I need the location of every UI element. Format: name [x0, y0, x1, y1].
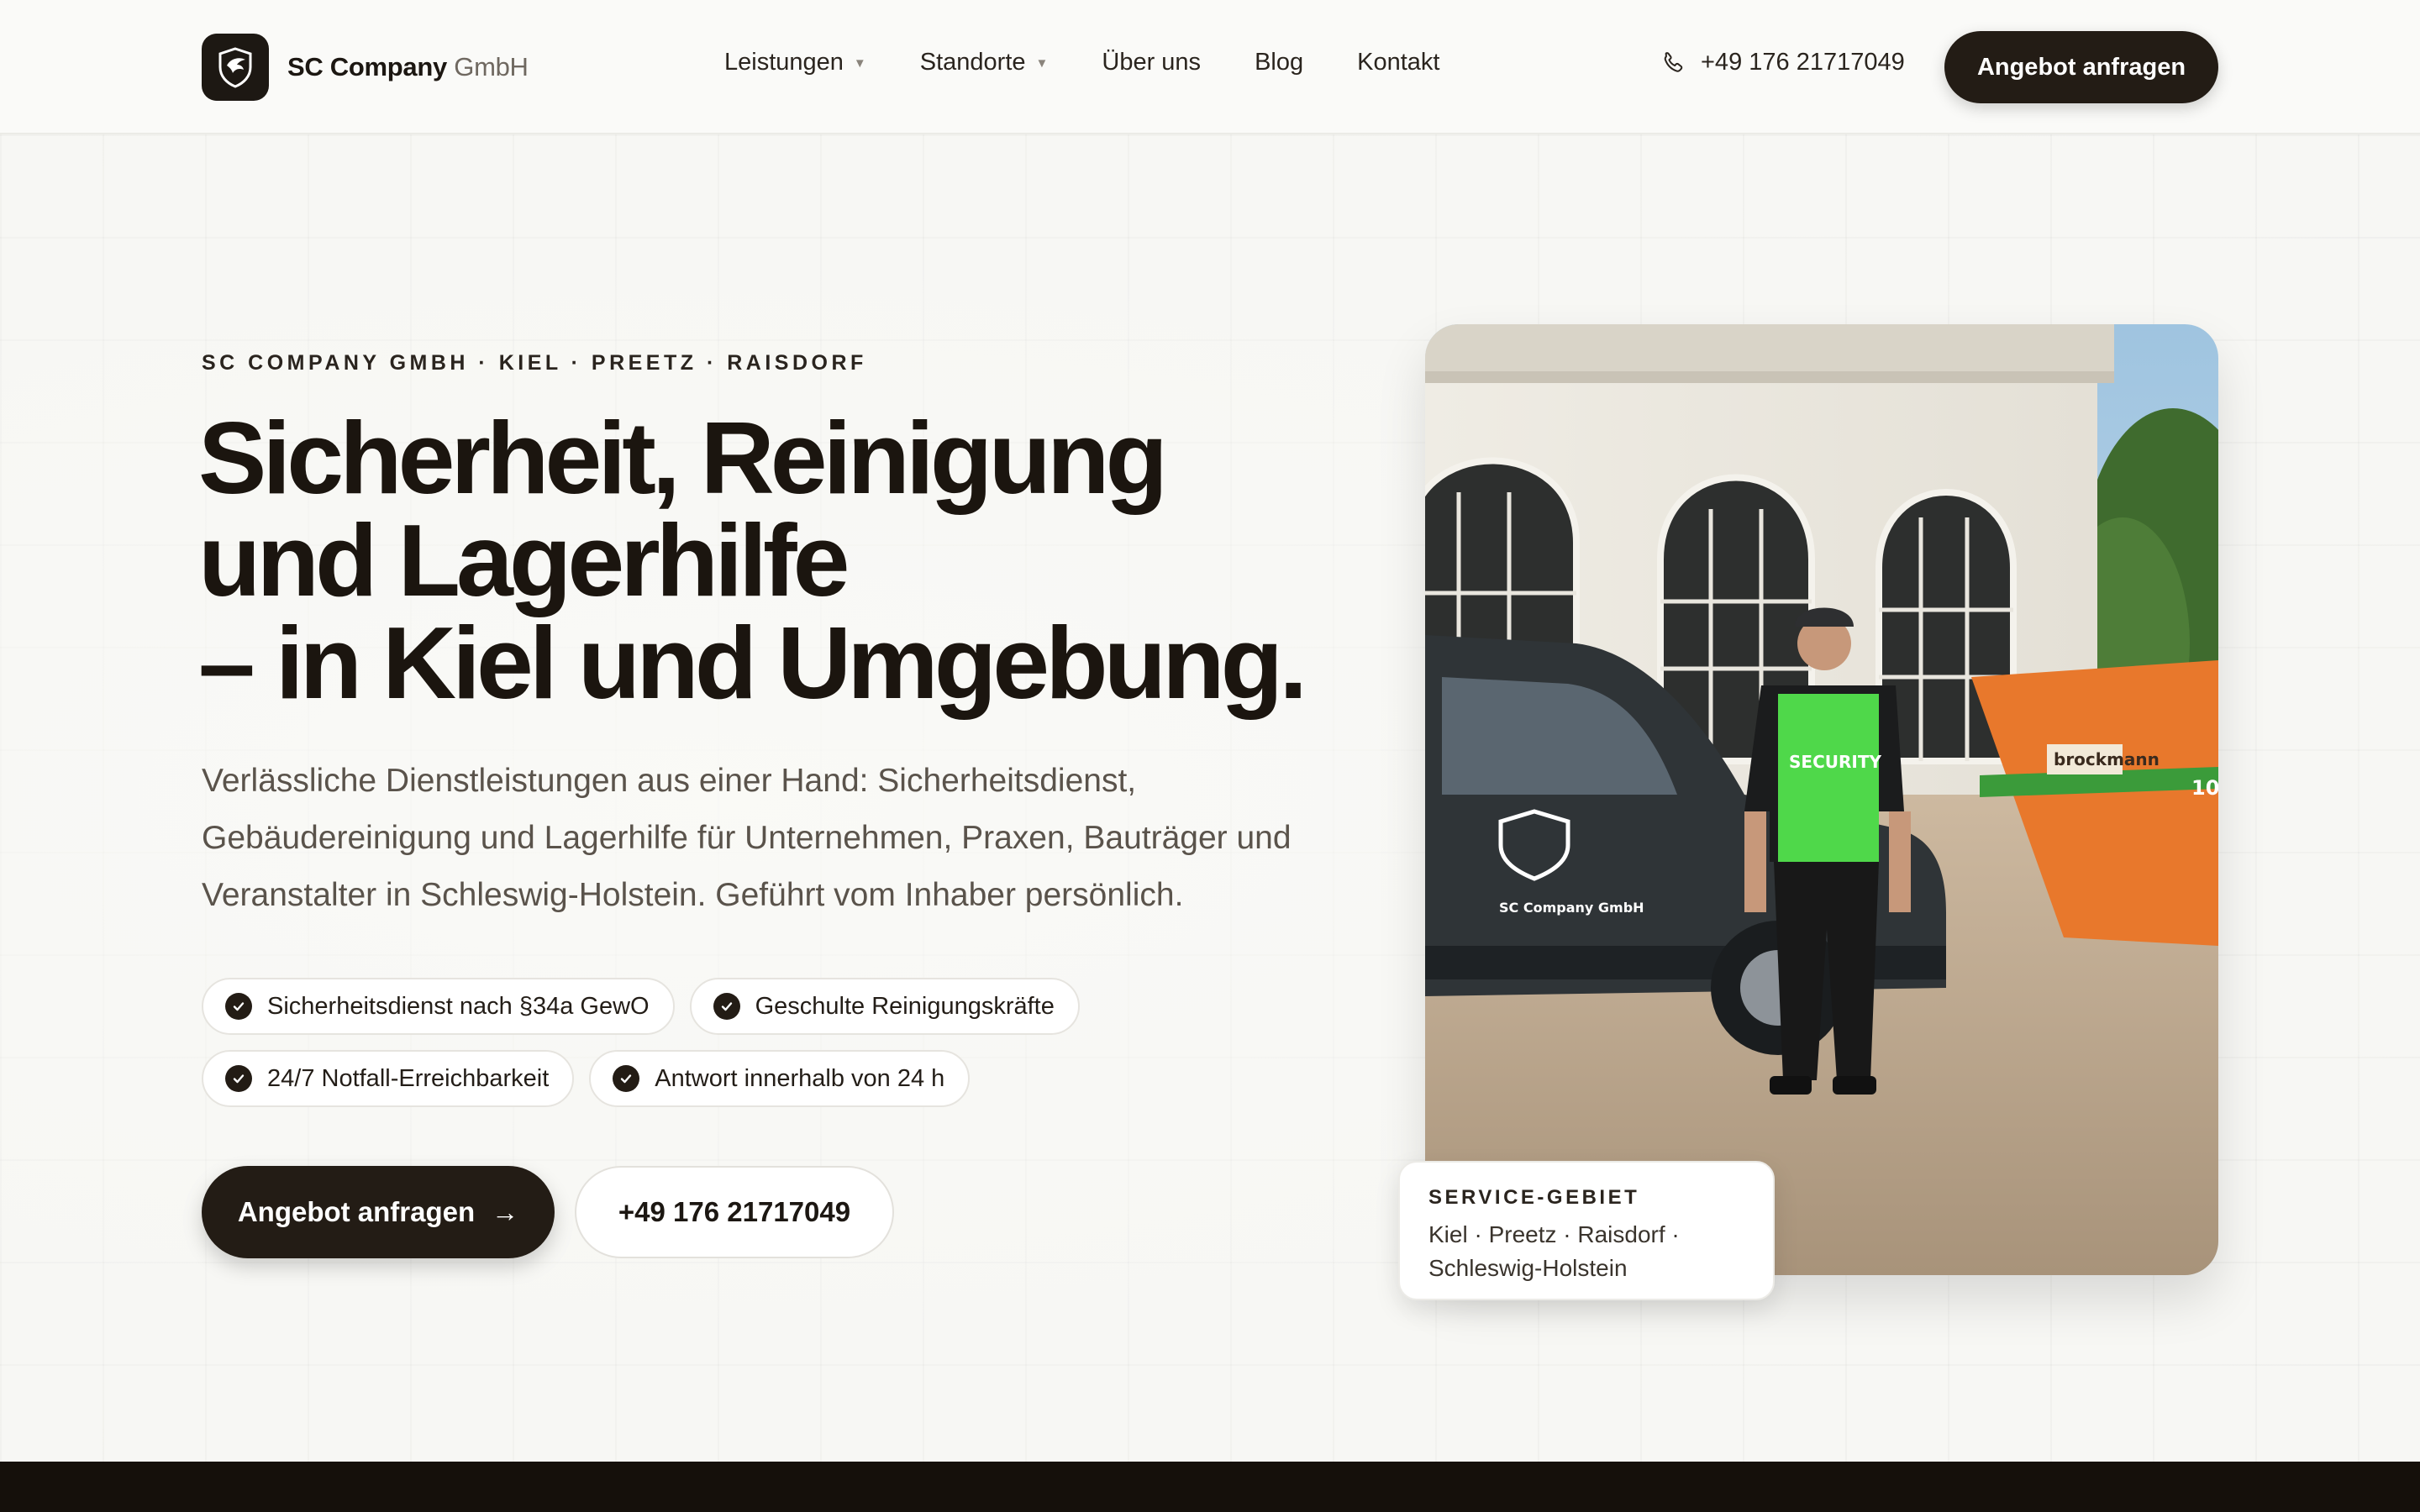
svg-text:brockmann: brockmann: [2054, 749, 2160, 769]
svg-text:SC Company GmbH: SC Company GmbH: [1499, 900, 1644, 916]
next-section-edge: [0, 1462, 2420, 1512]
hero-phone-button[interactable]: +49 176 21717049: [575, 1166, 894, 1258]
feature-chip: Sicherheitsdienst nach §34a GewO: [202, 978, 675, 1035]
hero-photo: brockmann 10 SC Company GmbH SECURITY: [1425, 324, 2218, 1275]
svg-text:SECURITY: SECURITY: [1789, 752, 1881, 772]
nav-item-ueber-uns[interactable]: Über uns: [1102, 49, 1201, 76]
hero-headline: Sicherheit, Reinigung und Lagerhilfe – i…: [198, 407, 1375, 714]
eagle-shield-icon: [202, 34, 269, 101]
feature-chip: Geschulte Reinigungskräfte: [689, 978, 1080, 1035]
headline-line-3: – in Kiel und Umgebung.: [198, 606, 1307, 720]
chevron-down-icon: ▼: [1035, 56, 1049, 71]
headline-line-2: und Lagerhilfe: [198, 503, 850, 617]
brand-logo[interactable]: SC Company GmbH: [202, 34, 529, 101]
check-icon: [713, 993, 740, 1020]
arrow-right-icon: →: [492, 1196, 519, 1227]
check-icon: [225, 1065, 252, 1092]
nav-item-standorte[interactable]: Standorte ▼: [920, 49, 1049, 76]
site-header: SC Company GmbH Leistungen ▼ Standorte ▼ Ü…: [0, 0, 2420, 134]
check-icon: [613, 1065, 640, 1092]
headline-line-1: Sicherheit, Reinigung: [198, 401, 1168, 515]
svg-text:10: 10: [2191, 776, 2218, 800]
brand-name: SC Company GmbH: [287, 52, 529, 81]
main-nav: Leistungen ▼ Standorte ▼ Über uns Blog Kon…: [724, 49, 1493, 76]
feature-chip: 24/7 Notfall-Erreichbarkeit: [202, 1050, 575, 1107]
feature-chip: Antwort innerhalb von 24 h: [589, 1050, 971, 1107]
check-icon: [225, 993, 252, 1020]
hero-lede: Verlässliche Dienstleistungen aus einer …: [202, 763, 1292, 913]
hero-quote-button[interactable]: Angebot anfragen →: [202, 1166, 555, 1258]
nav-item-blog[interactable]: Blog: [1255, 49, 1303, 76]
nav-item-leistungen[interactable]: Leistungen ▼: [724, 49, 866, 76]
header-phone-link[interactable]: +49 176 21717049: [1660, 49, 1905, 76]
service-area-text: Kiel · Preetz · Raisdorf · Schleswig-Hol…: [1428, 1221, 1680, 1281]
hero-eyebrow: SC COMPANY GMBH · KIEL · PREETZ · RAISDO…: [202, 351, 867, 375]
header-quote-button[interactable]: Angebot anfragen: [1944, 31, 2218, 103]
service-area-label: SERVICE-GEBIET: [1428, 1186, 1640, 1209]
nav-item-kontakt[interactable]: Kontakt: [1357, 49, 1439, 76]
phone-icon: [1664, 51, 1683, 72]
chevron-down-icon: ▼: [853, 56, 866, 71]
service-area-card: SERVICE-GEBIET Kiel · Preetz · Raisdorf …: [1398, 1161, 1775, 1300]
feature-chips: Sicherheitsdienst nach §34a GewO Geschul…: [202, 978, 1210, 1122]
